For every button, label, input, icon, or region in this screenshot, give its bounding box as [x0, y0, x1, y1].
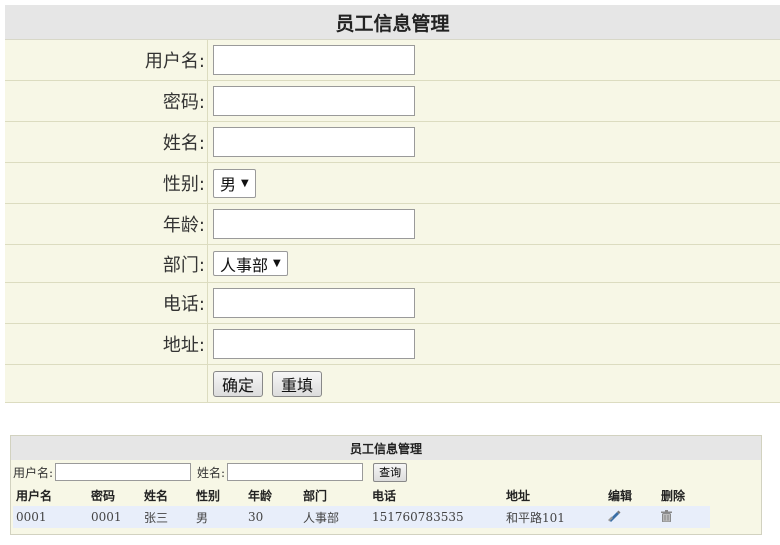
search-username-input[interactable] [55, 463, 192, 481]
actions-label-cell [5, 365, 208, 402]
trash-icon[interactable] [661, 509, 672, 525]
username-label: 用户名: [5, 40, 208, 80]
employee-list-panel: 员工信息管理 用户名: 姓名: 查询 用户名 密码 姓名 性别 年龄 部门 电话… [10, 435, 762, 535]
phone-input[interactable] [213, 288, 415, 318]
form-row-address: 地址: [5, 324, 780, 365]
list-title: 员工信息管理 [11, 436, 761, 460]
employee-form: 员工信息管理 用户名: 密码: 姓名: 性别: 男 ▼ 年龄: 部门: 人事部 … [5, 5, 780, 403]
department-select[interactable]: 人事部 ▼ [213, 251, 288, 276]
cell-department: 人事部 [300, 506, 369, 528]
form-row-age: 年龄: [5, 204, 780, 245]
column-header-edit: 编辑 [608, 488, 633, 503]
address-label: 地址: [5, 324, 208, 364]
column-header-age: 年龄 [248, 488, 273, 503]
form-row-phone: 电话: [5, 283, 780, 324]
column-header-password: 密码 [91, 488, 116, 503]
cell-gender: 男 [193, 506, 245, 528]
column-header-phone: 电话 [372, 488, 397, 503]
department-label: 部门: [5, 245, 208, 282]
form-row-name: 姓名: [5, 122, 780, 163]
column-header-department: 部门 [303, 488, 328, 503]
name-label: 姓名: [5, 122, 208, 162]
age-input[interactable] [213, 209, 415, 239]
gender-label: 性别: [5, 163, 208, 203]
phone-label: 电话: [5, 283, 208, 323]
form-row-actions: 确定 重填 [5, 365, 780, 403]
cell-password: 0001 [88, 506, 141, 528]
cell-username: 0001 [13, 506, 88, 528]
form-row-gender: 性别: 男 ▼ [5, 163, 780, 204]
password-input[interactable] [213, 86, 415, 116]
gender-select[interactable]: 男 ▼ [213, 168, 256, 198]
form-title: 员工信息管理 [5, 5, 780, 40]
search-bar: 用户名: 姓名: 查询 [11, 460, 761, 484]
chevron-down-icon: ▼ [273, 258, 281, 269]
form-row-department: 部门: 人事部 ▼ [5, 245, 780, 283]
search-name-label: 姓名: [197, 465, 226, 480]
address-input[interactable] [213, 329, 415, 359]
cell-edit [605, 506, 658, 528]
cell-name: 张三 [141, 506, 193, 528]
column-header-gender: 性别 [196, 488, 221, 503]
age-label: 年龄: [5, 204, 208, 244]
column-header-delete: 删除 [661, 488, 686, 503]
employee-table: 用户名 密码 姓名 性别 年龄 部门 电话 地址 编辑 删除 0001 0001… [13, 484, 710, 528]
department-select-value: 人事部 [220, 255, 269, 275]
edit-icon[interactable] [608, 510, 622, 525]
column-header-address: 地址 [506, 488, 531, 503]
cell-delete [658, 506, 710, 528]
table-row: 0001 0001 张三 男 30 人事部 151760783535 和平路10… [13, 506, 710, 528]
chevron-down-icon: ▼ [241, 177, 249, 189]
table-header-row: 用户名 密码 姓名 性别 年龄 部门 电话 地址 编辑 删除 [13, 484, 710, 506]
name-input[interactable] [213, 127, 415, 157]
column-header-name: 姓名 [144, 488, 169, 503]
password-label: 密码: [5, 81, 208, 121]
search-button[interactable]: 查询 [373, 462, 408, 482]
submit-button[interactable]: 确定 [213, 370, 264, 397]
cell-address: 和平路101 [503, 506, 605, 528]
column-header-username: 用户名 [16, 488, 53, 503]
search-username-label: 用户名: [13, 465, 54, 480]
cell-phone: 151760783535 [369, 506, 503, 528]
reset-button[interactable]: 重填 [272, 370, 323, 397]
form-row-username: 用户名: [5, 40, 780, 81]
cell-age: 30 [245, 506, 300, 528]
username-input[interactable] [213, 45, 415, 75]
form-row-password: 密码: [5, 81, 780, 122]
gender-select-value: 男 [220, 175, 237, 194]
search-name-input[interactable] [227, 463, 364, 481]
